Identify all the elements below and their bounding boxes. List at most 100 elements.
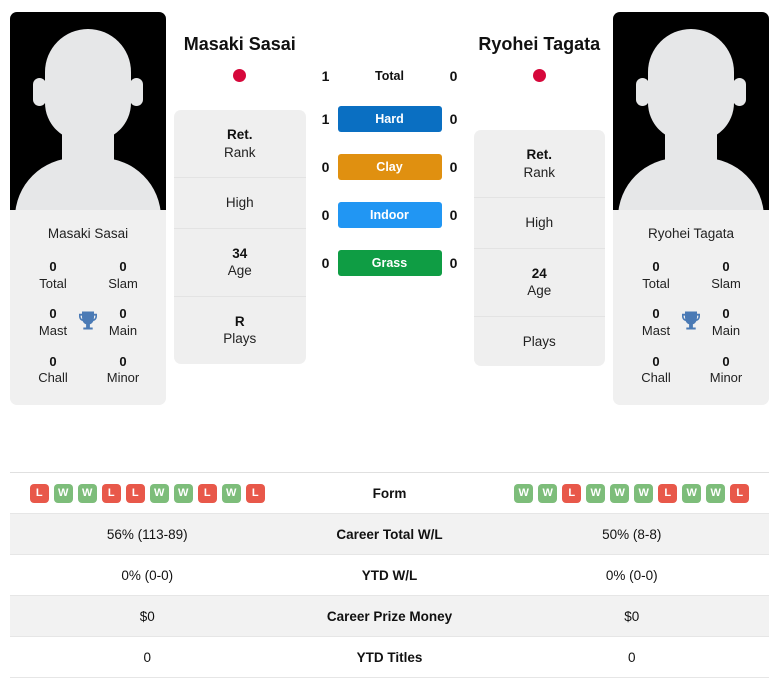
titles-row: 0 Mast 0 Main	[18, 306, 158, 339]
h2h-right-count: 0	[449, 159, 458, 175]
h2h-right-count: 0	[449, 207, 458, 223]
table-label-career-prize-money: Career Prize Money	[326, 608, 453, 624]
titles-row: 0 Mast 0 Main	[621, 306, 761, 339]
form-badge-win: W	[634, 483, 654, 503]
value-left: 0	[143, 649, 151, 665]
surface-badge-indoor[interactable]: Indoor	[337, 202, 442, 228]
trophy-icon	[679, 308, 703, 337]
form-badge-win: W	[706, 483, 726, 503]
info-row: High	[473, 198, 605, 249]
table-row-career-total-wl: 56% (113-89) Career Total W/L 50% (8-8)	[10, 514, 769, 555]
titles-value: 0	[119, 353, 127, 369]
player-comparison-header: Masaki Sasai 0 Total 0 Slam 0 Mast 0 Mai…	[0, 0, 779, 472]
avatar-ear-right	[130, 78, 143, 106]
value-right: 0	[627, 649, 636, 665]
form-badge-win: W	[682, 483, 702, 503]
surface-badge-hard[interactable]: Hard	[337, 106, 442, 132]
info-label: Age	[527, 283, 552, 299]
player-name-right[interactable]: Ryohei Tagata	[474, 12, 606, 56]
table-row-ytd-wl: 0% (0-0) YTD W/L 0% (0-0)	[10, 555, 769, 596]
h2h-row-clay: 0 Clay 0	[314, 154, 466, 180]
avatar-ear-left	[33, 78, 46, 106]
h2h-row-grass: 0 Grass 0	[314, 250, 466, 276]
titles-value: 0	[722, 353, 730, 369]
titles-cell: 0 Total	[18, 259, 88, 292]
titles-row: 0 Total 0 Slam	[621, 259, 761, 292]
titles-cell: 0 Slam	[691, 259, 761, 292]
flag-icon-left	[233, 69, 247, 83]
comparison-table: LWWLLWWLWL Form WWLWWWLWWL 56% (113-89) …	[10, 472, 769, 678]
player-photo-card-right: Ryohei Tagata 0 Total 0 Slam 0 Mast 0 Ma…	[613, 12, 769, 405]
info-label: Rank	[223, 144, 256, 160]
titles-value: 0	[652, 353, 660, 369]
form-badge-win: W	[538, 483, 558, 503]
info-row: R Plays	[174, 297, 306, 364]
avatar-body	[15, 158, 161, 210]
form-badge-loss: L	[29, 483, 49, 503]
player-column-right: Ryohei Tagata Ret. Rank High 24 Age Play…	[466, 12, 614, 367]
form-badge-win: W	[149, 483, 169, 503]
form-badge-win: W	[221, 483, 241, 503]
titles-cell: 0 Chall	[18, 354, 88, 387]
titles-row: 0 Chall 0 Minor	[621, 354, 761, 387]
form-badge-loss: L	[730, 483, 750, 503]
titles-label: Total	[39, 275, 67, 291]
titles-cell: 0 Minor	[691, 354, 761, 387]
surface-badge-grass[interactable]: Grass	[337, 250, 442, 276]
form-badge-loss: L	[245, 483, 265, 503]
player-avatar-right	[613, 12, 769, 210]
form-badge-loss: L	[125, 483, 145, 503]
h2h-right-count: 0	[449, 255, 458, 271]
player-column-left: Masaki Sasai Ret. Rank High 34 Age R Pla…	[166, 12, 314, 364]
titles-row: 0 Chall 0 Minor	[18, 354, 158, 387]
player-name-left[interactable]: Masaki Sasai	[174, 12, 306, 56]
info-label: High	[225, 195, 254, 211]
h2h-left-count: 0	[321, 255, 330, 271]
info-label: Plays	[522, 333, 556, 349]
form-badge-win: W	[173, 483, 193, 503]
form-badge-win: W	[514, 483, 534, 503]
titles-label: Slam	[711, 275, 741, 291]
player-photo-caption-right: Ryohei Tagata	[647, 226, 735, 241]
titles-value: 0	[119, 259, 127, 274]
player-photo-caption-left: Masaki Sasai	[47, 226, 129, 241]
form-badges-right: WWLWWWLWWL	[501, 483, 764, 503]
h2h-row-indoor: 0 Indoor 0	[314, 202, 466, 228]
avatar-body	[618, 158, 764, 210]
titles-label: Minor	[709, 370, 743, 386]
titles-label: Slam	[108, 275, 138, 291]
player-info-card-left: Ret. Rank High 34 Age R Plays	[174, 110, 306, 364]
form-badge-loss: L	[562, 483, 582, 503]
titles-label: Chall	[38, 370, 68, 386]
titles-cell: 0 Chall	[621, 354, 691, 387]
info-row: Ret. Rank	[473, 130, 605, 199]
titles-value: 0	[722, 259, 730, 274]
value-right: 0% (0-0)	[605, 567, 658, 583]
h2h-left-count: 1	[321, 111, 330, 127]
table-label-ytd-wl: YTD W/L	[361, 567, 418, 583]
info-value: Ret.	[526, 147, 552, 163]
h2h-row-hard: 1 Hard 0	[314, 106, 466, 132]
form-badges-left: LWWLLWWLWL	[16, 483, 279, 503]
trophy-icon	[76, 308, 100, 337]
form-badge-win: W	[53, 483, 73, 503]
titles-grid-left: 0 Total 0 Slam 0 Mast 0 Main 0 Chall 0 M…	[10, 259, 166, 405]
value-left: 0% (0-0)	[121, 567, 174, 583]
form-badge-loss: L	[658, 483, 678, 503]
table-label-career-total-wl: Career Total W/L	[336, 526, 443, 542]
value-left: 56% (113-89)	[106, 526, 188, 542]
h2h-left-count: 1	[321, 68, 330, 84]
titles-value: 0	[49, 353, 57, 369]
h2h-left-count: 0	[321, 159, 330, 175]
info-label: Age	[227, 263, 252, 279]
info-value: Ret.	[226, 127, 253, 143]
titles-label: Chall	[641, 370, 671, 386]
info-label: Plays	[223, 331, 257, 347]
value-right: 50% (8-8)	[602, 526, 662, 542]
surface-badge-clay[interactable]: Clay	[337, 154, 442, 180]
info-row: High	[174, 178, 306, 229]
flag-icon-right	[532, 69, 546, 83]
table-row-career-prize-money: $0 Career Prize Money $0	[10, 596, 769, 637]
table-row-form: LWWLLWWLWL Form WWLWWWLWWL	[10, 473, 769, 514]
info-row: Ret. Rank	[174, 110, 306, 179]
